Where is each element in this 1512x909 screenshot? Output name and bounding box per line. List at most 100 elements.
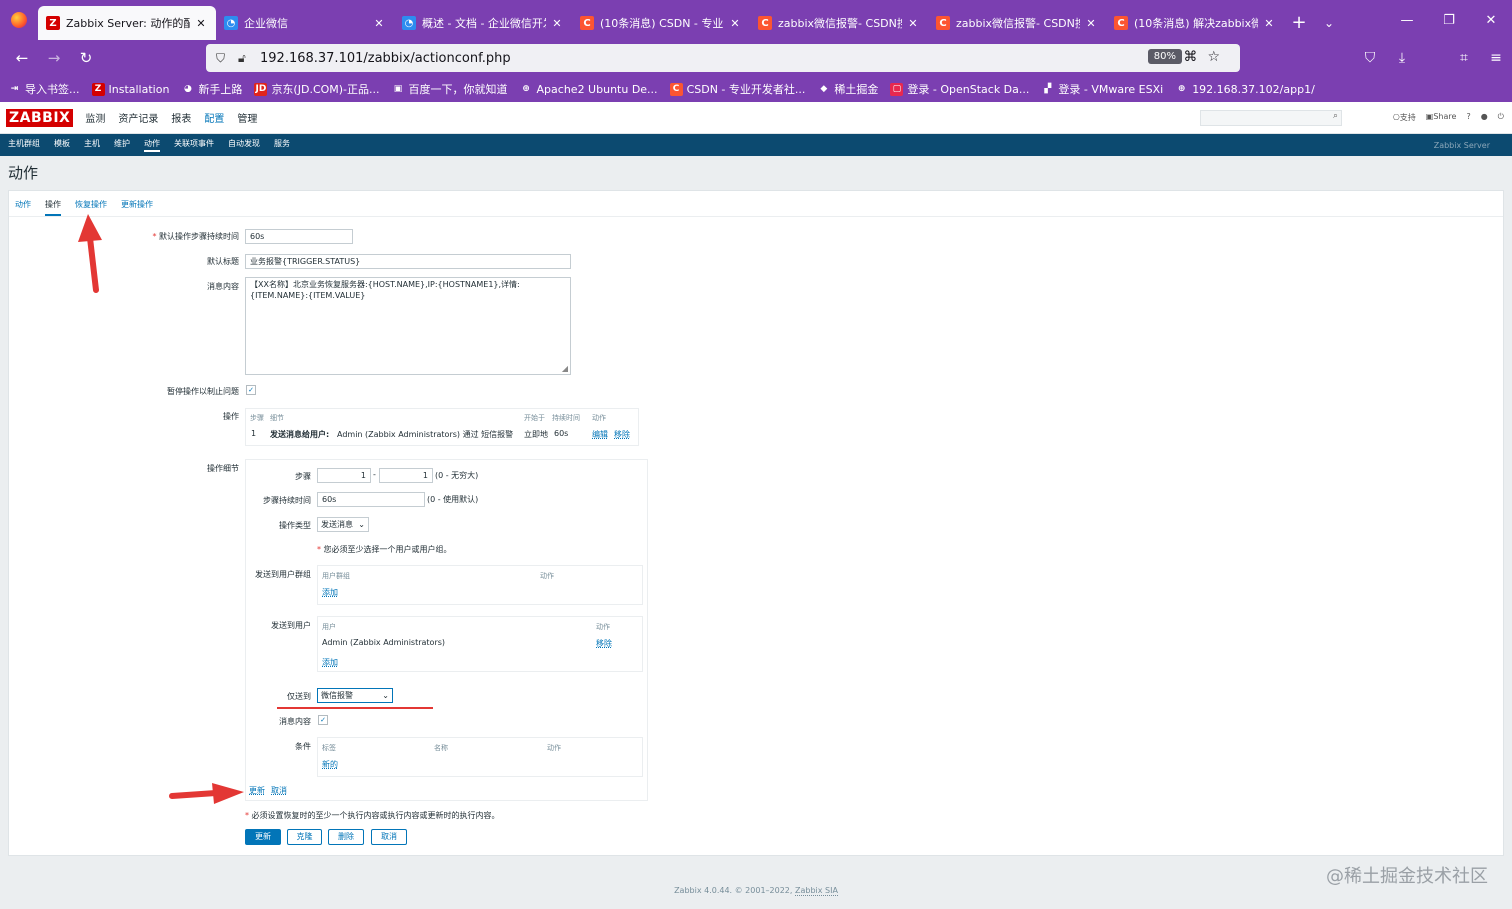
bookmark-item[interactable]: ⊕ Apache2 Ubuntu De... — [520, 82, 658, 96]
resize-handle-icon[interactable]: ◢ — [562, 363, 568, 374]
step-duration-hint: (0 - 使用默认) — [427, 495, 479, 504]
main-menu-item[interactable]: 监测 — [85, 110, 105, 125]
close-tab-icon[interactable]: ✕ — [550, 17, 564, 30]
sub-menu-item[interactable]: 动作 — [144, 138, 160, 152]
zoom-badge[interactable]: 80% — [1147, 49, 1182, 64]
help-icon[interactable]: ? — [1466, 112, 1470, 123]
message-textarea[interactable]: 【XX名称】北京业务恢复服务器:{HOST.NAME},IP:{HOSTNAME… — [245, 277, 571, 375]
bookmark-item[interactable]: ⇥ 导入书签... — [8, 81, 80, 97]
add-group-link[interactable]: 添加 — [322, 587, 338, 598]
search-icon[interactable]: ⌕ — [1333, 111, 1338, 121]
download-icon[interactable]: ⤓ — [1386, 50, 1418, 66]
form-tab[interactable]: 动作 — [15, 199, 31, 216]
translate-icon[interactable]: ⌗ — [1448, 50, 1480, 66]
default-step-duration-input[interactable]: 60s — [245, 229, 353, 244]
bookmark-item[interactable]: ◕ 新手上路 — [181, 81, 242, 97]
main-menu-item[interactable]: 报表 — [171, 110, 191, 125]
sub-menu-item[interactable]: 自动发现 — [228, 138, 260, 152]
update-button[interactable]: 更新 — [245, 829, 281, 845]
translate-star-icons[interactable]: ⌘☆ — [1183, 49, 1230, 65]
ops-header-start: 开始于 — [524, 414, 545, 422]
clone-button[interactable]: 克隆 — [287, 829, 322, 845]
sub-menu-item[interactable]: 模板 — [54, 138, 70, 152]
details-update-link[interactable]: 更新 — [249, 785, 265, 796]
sub-menu-item[interactable]: 主机 — [84, 138, 100, 152]
browser-tab[interactable]: Czabbix微信报警- CSDN搜索 ✕ — [928, 6, 1106, 40]
main-menu-item[interactable]: 管理 — [237, 110, 257, 125]
sub-menu-item[interactable]: 服务 — [274, 138, 290, 152]
support-link[interactable]: ⎔支持 — [1393, 112, 1416, 123]
bookmark-item[interactable]: ▢ 登录 - OpenStack Da... — [890, 81, 1029, 97]
close-tab-icon[interactable]: ✕ — [372, 17, 386, 30]
message-content-checkbox[interactable]: ✓ — [318, 715, 328, 725]
step-to-input[interactable]: 1 — [379, 468, 433, 483]
form-tab[interactable]: 更新操作 — [121, 199, 153, 216]
browser-tab[interactable]: ◔ 企业微信 ✕ — [216, 6, 394, 40]
bookmark-item[interactable]: ◆ 稀土掘金 — [817, 81, 878, 97]
operation-type-select[interactable]: 发送消息 ⌄ — [317, 517, 369, 532]
form-tab[interactable]: 操作 — [45, 199, 61, 216]
browser-tab[interactable]: ◔ 概述 - 文档 - 企业微信开发 ✕ — [394, 6, 572, 40]
zabbix-logo[interactable]: ZABBIX — [6, 108, 74, 127]
ops-edit-link[interactable]: 编辑 — [592, 429, 608, 440]
new-tab-button[interactable]: + — [1284, 6, 1314, 40]
new-condition-link[interactable]: 新的 — [322, 759, 338, 770]
restore-icon[interactable]: ❐ — [1428, 13, 1470, 28]
step-duration-input[interactable]: 60s — [317, 492, 425, 507]
bookmark-label: Apache2 Ubuntu De... — [536, 82, 658, 96]
share-link[interactable]: ▣Share — [1426, 112, 1457, 123]
bookmark-icon: ◕ — [184, 84, 192, 94]
logout-icon[interactable]: ⏻ — [1498, 112, 1504, 123]
bookmark-item[interactable]: ▞ 登录 - VMware ESXi — [1041, 81, 1163, 97]
sub-menu-item[interactable]: 关联项事件 — [174, 138, 214, 152]
must-select-note: * 您必须至少选择一个用户或用户组。 — [317, 545, 452, 554]
ops-remove-link[interactable]: 移除 — [614, 429, 630, 440]
sub-menu-item[interactable]: 主机群组 — [8, 138, 40, 152]
close-window-icon[interactable]: ✕ — [1470, 13, 1512, 28]
step-from-input[interactable]: 1 — [317, 468, 371, 483]
reload-icon[interactable]: ↻ — [70, 49, 102, 67]
forward-arrow-icon[interactable]: → — [38, 49, 70, 67]
minimize-icon[interactable]: — — [1386, 13, 1428, 28]
cancel-button[interactable]: 取消 — [371, 829, 407, 845]
user-profile-icon[interactable]: ● — [1481, 112, 1488, 123]
search-input[interactable]: ⌕ — [1200, 110, 1342, 126]
firefox-logo-icon[interactable] — [0, 0, 38, 40]
pocket-icon[interactable]: ⛉ — [1354, 50, 1386, 66]
menu-icon[interactable]: ≡ — [1480, 50, 1512, 66]
shield-icon[interactable]: ⛉ — [216, 51, 238, 66]
main-menu-item[interactable]: 资产记录 — [118, 110, 158, 125]
remove-user-link[interactable]: 移除 — [596, 638, 612, 649]
sub-menu-item[interactable]: 维护 — [114, 138, 130, 152]
delete-button[interactable]: 删除 — [328, 829, 364, 845]
chevron-down-icon: ⌄ — [358, 520, 365, 529]
bookmark-item[interactable]: Z Installation — [91, 82, 169, 96]
bookmark-item[interactable]: ▣ 百度一下，你就知道 — [392, 81, 508, 97]
tab-list-chevron-icon[interactable]: ⌄ — [1314, 6, 1344, 40]
browser-tab[interactable]: Czabbix微信报警- CSDN搜索 ✕ — [750, 6, 928, 40]
add-user-link[interactable]: 添加 — [322, 657, 338, 668]
default-subject-input[interactable]: 业务报警{TRIGGER.STATUS} — [245, 254, 571, 269]
address-bar[interactable]: ⛉ 🔓︎ 192.168.37.101/zabbix/actionconf.ph… — [206, 44, 1240, 72]
page-footer: Zabbix 4.0.44. © 2001–2022, Zabbix SIA — [674, 886, 838, 896]
close-tab-icon[interactable]: ✕ — [728, 17, 742, 30]
zabbix-sia-link[interactable]: Zabbix SIA — [794, 886, 838, 896]
bookmark-item[interactable]: C CSDN - 专业开发者社... — [669, 81, 805, 97]
browser-tab[interactable]: C (10条消息) 解决zabbix微信 ✕ — [1106, 6, 1284, 40]
send-only-to-select[interactable]: 微信报警 ⌄ — [317, 688, 393, 703]
bookmark-item[interactable]: ⊕ 192.168.37.102/app1/ — [1175, 83, 1315, 96]
close-tab-icon[interactable]: ✕ — [906, 17, 920, 30]
close-tab-icon[interactable]: ✕ — [1084, 17, 1098, 30]
browser-tab[interactable]: C (10条消息) CSDN - 专业开发 ✕ — [572, 6, 750, 40]
pause-checkbox[interactable]: ✓ — [246, 385, 256, 395]
watermark: @稀土掘金技术社区 — [1326, 866, 1488, 887]
browser-tab[interactable]: Z Zabbix Server: 动作的配置 ✕ — [38, 6, 216, 40]
lock-warning-icon[interactable]: 🔓︎ — [238, 51, 260, 66]
main-menu-item[interactable]: 配置 — [204, 110, 224, 125]
back-arrow-icon[interactable]: ← — [6, 49, 38, 67]
close-tab-icon[interactable]: ✕ — [1262, 17, 1276, 30]
details-cancel-link[interactable]: 取消 — [271, 785, 287, 796]
url-text[interactable]: 192.168.37.101/zabbix/actionconf.php — [260, 51, 511, 66]
bookmark-item[interactable]: JD 京东(JD.COM)-正品... — [254, 81, 380, 97]
close-tab-icon[interactable]: ✕ — [194, 17, 208, 30]
